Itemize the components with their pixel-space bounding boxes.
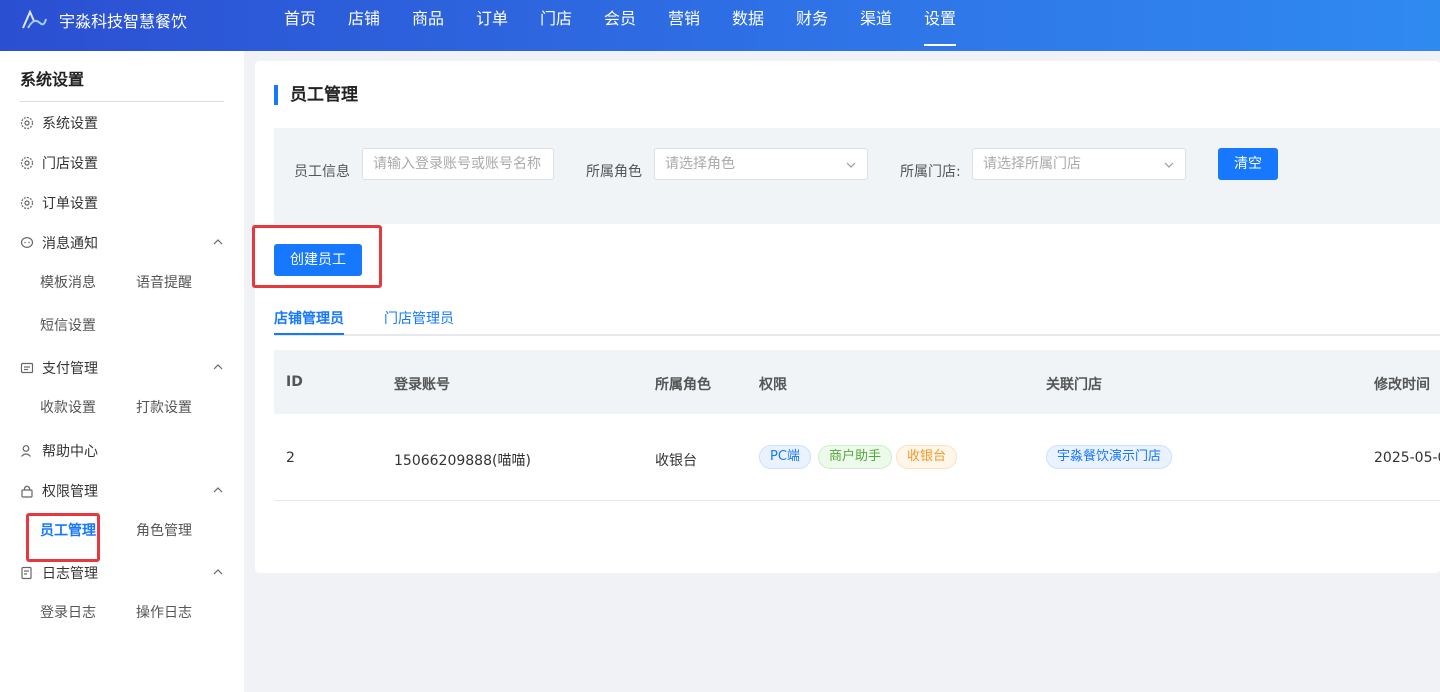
sidebar: 系统设置 系统设置 门店设置 订单设置 消息通知 模板消息 语音提醒 短信设置 … [0, 51, 244, 692]
role-select-placeholder: 请选择角色 [665, 156, 735, 172]
nav-item-marketing[interactable]: 营销 [652, 0, 716, 51]
user-icon [21, 445, 31, 457]
nav-item-finance[interactable]: 财务 [780, 0, 844, 51]
sidebar-item-label: 支付管理 [42, 361, 98, 377]
gear-icon [20, 116, 34, 130]
sidebar-item-payout-settings[interactable]: 打款设置 [136, 397, 192, 417]
staff-info-label: 员工信息 [294, 164, 350, 180]
highlight-box-create-button [252, 225, 382, 288]
cell-id: 2 [286, 450, 295, 466]
sidebar-item-label: 权限管理 [42, 484, 98, 500]
table-header: ID 登录账号 所属角色 权限 关联门店 修改时间 [274, 350, 1440, 414]
sidebar-item-template-message[interactable]: 模板消息 [40, 272, 96, 292]
sidebar-item-login-log[interactable]: 登录日志 [40, 602, 96, 622]
highlight-box-staff-menu [26, 513, 100, 562]
sidebar-item-sms-settings[interactable]: 短信设置 [40, 315, 96, 335]
main-nav: 首页 店铺 商品 订单 门店 会员 营销 数据 财务 渠道 设置 [268, 0, 972, 51]
tab-store-admin[interactable]: 门店管理员 [384, 308, 454, 328]
filter-bar: 员工信息 请输入登录账号或账号名称 所属角色 请选择角色 所属门店: 请选择所属… [274, 128, 1440, 224]
column-header-id: ID [286, 374, 303, 390]
chevron-up-icon[interactable] [212, 236, 224, 248]
sidebar-item-label: 订单设置 [42, 196, 98, 212]
sidebar-item-permission[interactable]: 权限管理 [20, 481, 224, 501]
sidebar-item-label: 系统设置 [42, 116, 98, 132]
sidebar-item-role-management[interactable]: 角色管理 [136, 520, 192, 540]
nav-item-settings[interactable]: 设置 [908, 0, 972, 51]
column-header-permission: 权限 [759, 377, 787, 393]
chevron-up-icon[interactable] [212, 566, 224, 578]
tab-shop-admin[interactable]: 店铺管理员 [274, 308, 344, 328]
sidebar-title: 系统设置 [20, 70, 85, 89]
chat-bubble-icon [20, 237, 34, 248]
sidebar-item-system-settings[interactable]: 系统设置 [20, 113, 224, 133]
sidebar-divider [20, 101, 224, 102]
nav-item-stores[interactable]: 门店 [524, 0, 588, 51]
gear-icon [20, 156, 34, 170]
brand-name: 宇淼科技智慧餐饮 [59, 12, 188, 31]
nav-item-members[interactable]: 会员 [588, 0, 652, 51]
store-tag: 宇淼餐饮演示门店 [1046, 445, 1173, 469]
main-panel: 员工管理 员工信息 请输入登录账号或账号名称 所属角色 请选择角色 所属门店: … [252, 61, 1440, 573]
nav-item-goods[interactable]: 商品 [396, 0, 460, 51]
permission-tag-merchant-assistant: 商户助手 [818, 445, 893, 469]
sidebar-item-collection-settings[interactable]: 收款设置 [40, 397, 96, 417]
sidebar-item-payment[interactable]: 支付管理 [20, 358, 224, 378]
brand[interactable]: 宇淼科技智慧餐饮 [20, 0, 187, 40]
sidebar-item-voice-reminder[interactable]: 语音提醒 [136, 272, 192, 292]
nav-item-orders[interactable]: 订单 [460, 0, 524, 51]
column-header-role: 所属角色 [655, 377, 711, 393]
staff-search-input[interactable]: 请输入登录账号或账号名称 [362, 148, 554, 180]
wallet-icon [20, 362, 34, 374]
sidebar-item-label: 日志管理 [42, 566, 98, 582]
tab-bar: 店铺管理员 门店管理员 [274, 298, 1440, 336]
cell-modified: 2025-05-07 [1374, 450, 1440, 466]
clear-button[interactable]: 清空 [1218, 148, 1278, 180]
nav-item-home[interactable]: 首页 [268, 0, 332, 51]
role-select[interactable]: 请选择角色 [654, 148, 868, 180]
role-label: 所属角色 [586, 164, 642, 180]
permission-tag-cashier: 收银台 [896, 445, 958, 469]
store-label: 所属门店: [900, 164, 961, 180]
tab-active-indicator [274, 333, 344, 335]
nav-item-shop[interactable]: 店铺 [332, 0, 396, 51]
cell-account: 15066209888(喵喵) [394, 453, 531, 469]
nav-item-channels[interactable]: 渠道 [844, 0, 908, 51]
chevron-up-icon[interactable] [212, 361, 224, 373]
brand-logo-icon [22, 9, 47, 29]
nav-item-data[interactable]: 数据 [716, 0, 780, 51]
sidebar-item-label: 帮助中心 [42, 444, 98, 460]
store-select-placeholder: 请选择所属门店 [983, 156, 1081, 172]
store-select[interactable]: 请选择所属门店 [972, 148, 1186, 180]
sidebar-item-order-settings[interactable]: 订单设置 [20, 193, 224, 213]
chevron-down-icon [1164, 162, 1174, 168]
permission-tag-pc: PC端 [759, 445, 811, 469]
column-header-modified: 修改时间 [1374, 377, 1430, 393]
column-header-account: 登录账号 [394, 377, 450, 393]
column-header-store: 关联门店 [1046, 377, 1102, 393]
sidebar-item-message[interactable]: 消息通知 [20, 233, 224, 253]
top-bar: 宇淼科技智慧餐饮 首页 店铺 商品 订单 门店 会员 营销 数据 财务 渠道 设… [0, 0, 1440, 51]
sidebar-item-help-center[interactable]: 帮助中心 [20, 441, 224, 461]
sidebar-item-label: 消息通知 [42, 236, 98, 252]
chevron-down-icon [846, 162, 856, 168]
cell-role: 收银台 [655, 453, 697, 469]
table-row[interactable]: 2 15066209888(喵喵) 收银台 PC端 商户助手 收银台 宇淼餐饮演… [274, 414, 1440, 501]
sidebar-item-store-settings[interactable]: 门店设置 [20, 153, 224, 173]
chevron-up-icon[interactable] [212, 484, 224, 496]
gear-icon [20, 196, 34, 210]
lock-icon [21, 485, 33, 498]
sidebar-item-log[interactable]: 日志管理 [20, 563, 224, 583]
sidebar-item-label: 门店设置 [42, 156, 98, 172]
page-title: 员工管理 [274, 85, 358, 105]
sidebar-item-operation-log[interactable]: 操作日志 [136, 602, 192, 622]
document-icon [21, 566, 32, 580]
